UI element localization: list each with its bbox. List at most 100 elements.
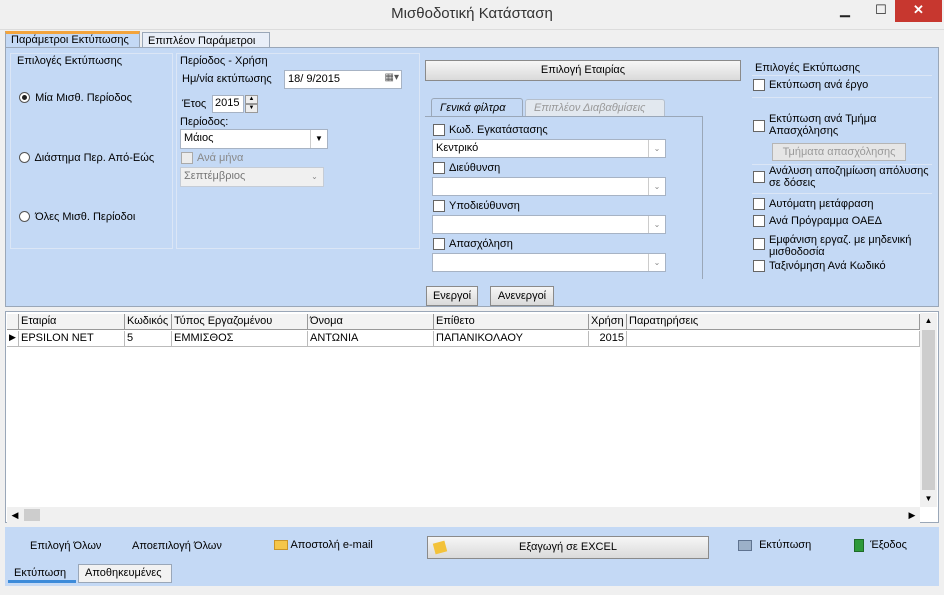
year-down-icon[interactable]: ▼ [245, 104, 258, 113]
period-select[interactable]: Μάιος ▼ [180, 129, 328, 149]
horizontal-scroll-thumb[interactable] [24, 509, 40, 521]
year-value: 2015 [215, 97, 240, 109]
maximize-button[interactable]: ☐ [866, 0, 896, 22]
print-options-group: Επιλογές Εκτύπωσης Μία Μισθ. Περίοδος Δι… [10, 53, 173, 249]
table-cell-employee-type[interactable]: ΕΜΜΙΣΘΟΣ [172, 331, 308, 347]
chevron-down-icon[interactable]: ⌄ [648, 254, 665, 271]
radio-one-period-button[interactable] [19, 92, 30, 103]
vertical-scrollbar[interactable]: ▲ ▼ [920, 313, 937, 507]
radio-one-period-label: Μία Μισθ. Περίοδος [35, 92, 132, 104]
current-row-arrow-icon: ▶ [7, 331, 19, 347]
scroll-down-icon[interactable]: ▼ [920, 491, 937, 507]
radio-period-range[interactable]: Διάστημα Περ. Από-Εώς [19, 152, 154, 166]
column-header-code[interactable]: Κωδικός [125, 314, 172, 330]
sort-by-code-label: Ταξινόμηση Ανά Κωδικό [769, 260, 886, 272]
employees-grid[interactable]: Εταιρία Κωδικός Τύπος Εργαζομένου Όνομα … [5, 311, 939, 523]
scroll-left-icon[interactable]: ◀ [7, 507, 23, 523]
parameters-panel: Επιλογές Εκτύπωσης Μία Μισθ. Περίοδος Δι… [5, 47, 939, 307]
table-cell-notes[interactable] [627, 331, 920, 347]
exit-label: Έξοδος [870, 539, 907, 552]
window-title: Μισθοδοτική Κατάσταση [391, 5, 553, 22]
column-header-employee-type[interactable]: Τύπος Εργαζομένου [172, 314, 308, 330]
print-date-field[interactable]: 18/ 9/2015 ▦▾ [284, 70, 402, 89]
minimize-button[interactable]: ▁ [830, 0, 860, 22]
chevron-down-icon[interactable]: ▼ [310, 130, 327, 148]
auto-translate-checkbox[interactable] [753, 198, 765, 210]
tab-saved[interactable]: Αποθηκευμένες [78, 564, 172, 583]
general-filters-panel: Κωδ. Εγκατάστασης Κεντρικό ⌄ Διεύθυνση ⌄… [425, 116, 703, 279]
scroll-right-icon[interactable]: ▶ [904, 507, 920, 523]
export-excel-button[interactable]: Εξαγωγή σε EXCEL [427, 536, 709, 559]
subdepartment-checkbox[interactable] [433, 200, 445, 212]
inactive-button[interactable]: Ανενεργοί [490, 286, 554, 306]
radio-all-periods-button[interactable] [19, 211, 30, 222]
print-button[interactable]: Εκτύπωση [738, 539, 811, 551]
per-department-checkbox[interactable] [753, 120, 765, 132]
column-header-first-name[interactable]: Όνομα [308, 314, 434, 330]
year-up-icon[interactable]: ▲ [245, 95, 258, 104]
tab-general-filters[interactable]: Γενικά φίλτρα [431, 98, 523, 117]
scroll-up-icon[interactable]: ▲ [920, 313, 937, 329]
calendar-icon[interactable]: ▦▾ [385, 72, 399, 83]
employment-label: Απασχόληση [449, 238, 513, 250]
employment-select[interactable]: ⌄ [432, 253, 666, 272]
send-email-button[interactable]: Αποστολή e-mail [274, 539, 373, 551]
title-bar: Μισθοδοτική Κατάσταση ▁ ☐ ✕ [0, 0, 944, 30]
table-cell-year[interactable]: 2015 [589, 331, 627, 347]
printer-icon [738, 539, 752, 551]
chevron-down-icon[interactable]: ⌄ [648, 216, 665, 233]
severance-checkbox[interactable] [753, 171, 765, 183]
close-button[interactable]: ✕ [895, 0, 942, 22]
department-checkbox[interactable] [433, 162, 445, 174]
chevron-down-icon[interactable]: ⌄ [648, 140, 665, 157]
period-group-title: Περίοδος - Χρήση [180, 55, 268, 67]
subdepartment-select[interactable]: ⌄ [432, 215, 666, 234]
radio-one-period[interactable]: Μία Μισθ. Περίοδος [19, 92, 132, 106]
month-select[interactable]: Σεπτέμβριος ⌄ [180, 167, 324, 187]
select-company-button[interactable]: Επιλογή Εταιρίας [425, 60, 741, 81]
facility-code-select[interactable]: Κεντρικό ⌄ [432, 139, 666, 158]
envelope-icon [274, 540, 288, 551]
table-cell-company[interactable]: EPSILON NET [19, 331, 125, 347]
year-label: Έτος [182, 98, 207, 110]
select-all-link[interactable]: Επιλογή Όλων [30, 540, 101, 552]
table-cell-first-name[interactable]: ΑΝΤΩΝΙΑ [308, 331, 434, 347]
column-header-notes[interactable]: Παρατηρήσεις [627, 314, 920, 330]
departments-button[interactable]: Τμήματα απασχόλησης [772, 143, 906, 161]
column-header-year[interactable]: Χρήση [589, 314, 627, 330]
horizontal-scrollbar[interactable]: ◀ ▶ [7, 507, 920, 523]
divider [752, 193, 932, 194]
oaed-program-checkbox[interactable] [753, 215, 765, 227]
department-select[interactable]: ⌄ [432, 177, 666, 196]
excel-export-icon [432, 540, 448, 555]
bottom-tabs: Εκτύπωση Αποθηκευμένες [5, 564, 939, 586]
department-label: Διεύθυνση [449, 162, 501, 174]
bottom-action-bar: Επιλογή Όλων Αποεπιλογή Όλων Αποστολή e-… [5, 527, 939, 564]
tab-print[interactable]: Εκτύπωση [8, 565, 76, 583]
tab-extra-levels[interactable]: Επιπλέον Διαβαθμίσεις [525, 99, 665, 116]
print-date-label: Ημ/νία εκτύπωσης [182, 73, 272, 85]
table-cell-code[interactable]: 5 [125, 331, 172, 347]
print-label: Εκτύπωση [759, 539, 812, 551]
exit-button[interactable]: Έξοδος [854, 539, 907, 552]
employment-checkbox[interactable] [433, 238, 445, 250]
tab-print-parameters[interactable]: Παράμετροι Εκτύπωσης [5, 31, 140, 48]
vertical-scroll-thumb[interactable] [922, 330, 935, 490]
deselect-all-link[interactable]: Αποεπιλογή Όλων [132, 540, 222, 552]
column-header-last-name[interactable]: Επίθετο [434, 314, 589, 330]
per-project-checkbox[interactable] [753, 79, 765, 91]
column-header-company[interactable]: Εταιρία [19, 314, 125, 330]
per-month-checkbox[interactable] [181, 152, 193, 164]
chevron-down-icon[interactable]: ⌄ [306, 168, 323, 186]
facility-code-checkbox[interactable] [433, 124, 445, 136]
subdepartment-label: Υποδιεύθυνση [449, 200, 520, 212]
active-button[interactable]: Ενεργοί [426, 286, 478, 306]
year-field[interactable]: 2015 [212, 95, 244, 113]
per-project-label: Εκτύπωση ανά έργο [769, 79, 869, 91]
radio-period-range-button[interactable] [19, 152, 30, 163]
chevron-down-icon[interactable]: ⌄ [648, 178, 665, 195]
zero-payroll-checkbox[interactable] [753, 238, 765, 250]
table-cell-last-name[interactable]: ΠΑΠΑΝΙΚΟΛΑΟΥ [434, 331, 589, 347]
radio-all-periods[interactable]: Όλες Μισθ. Περίοδοι [19, 211, 135, 225]
sort-by-code-checkbox[interactable] [753, 260, 765, 272]
